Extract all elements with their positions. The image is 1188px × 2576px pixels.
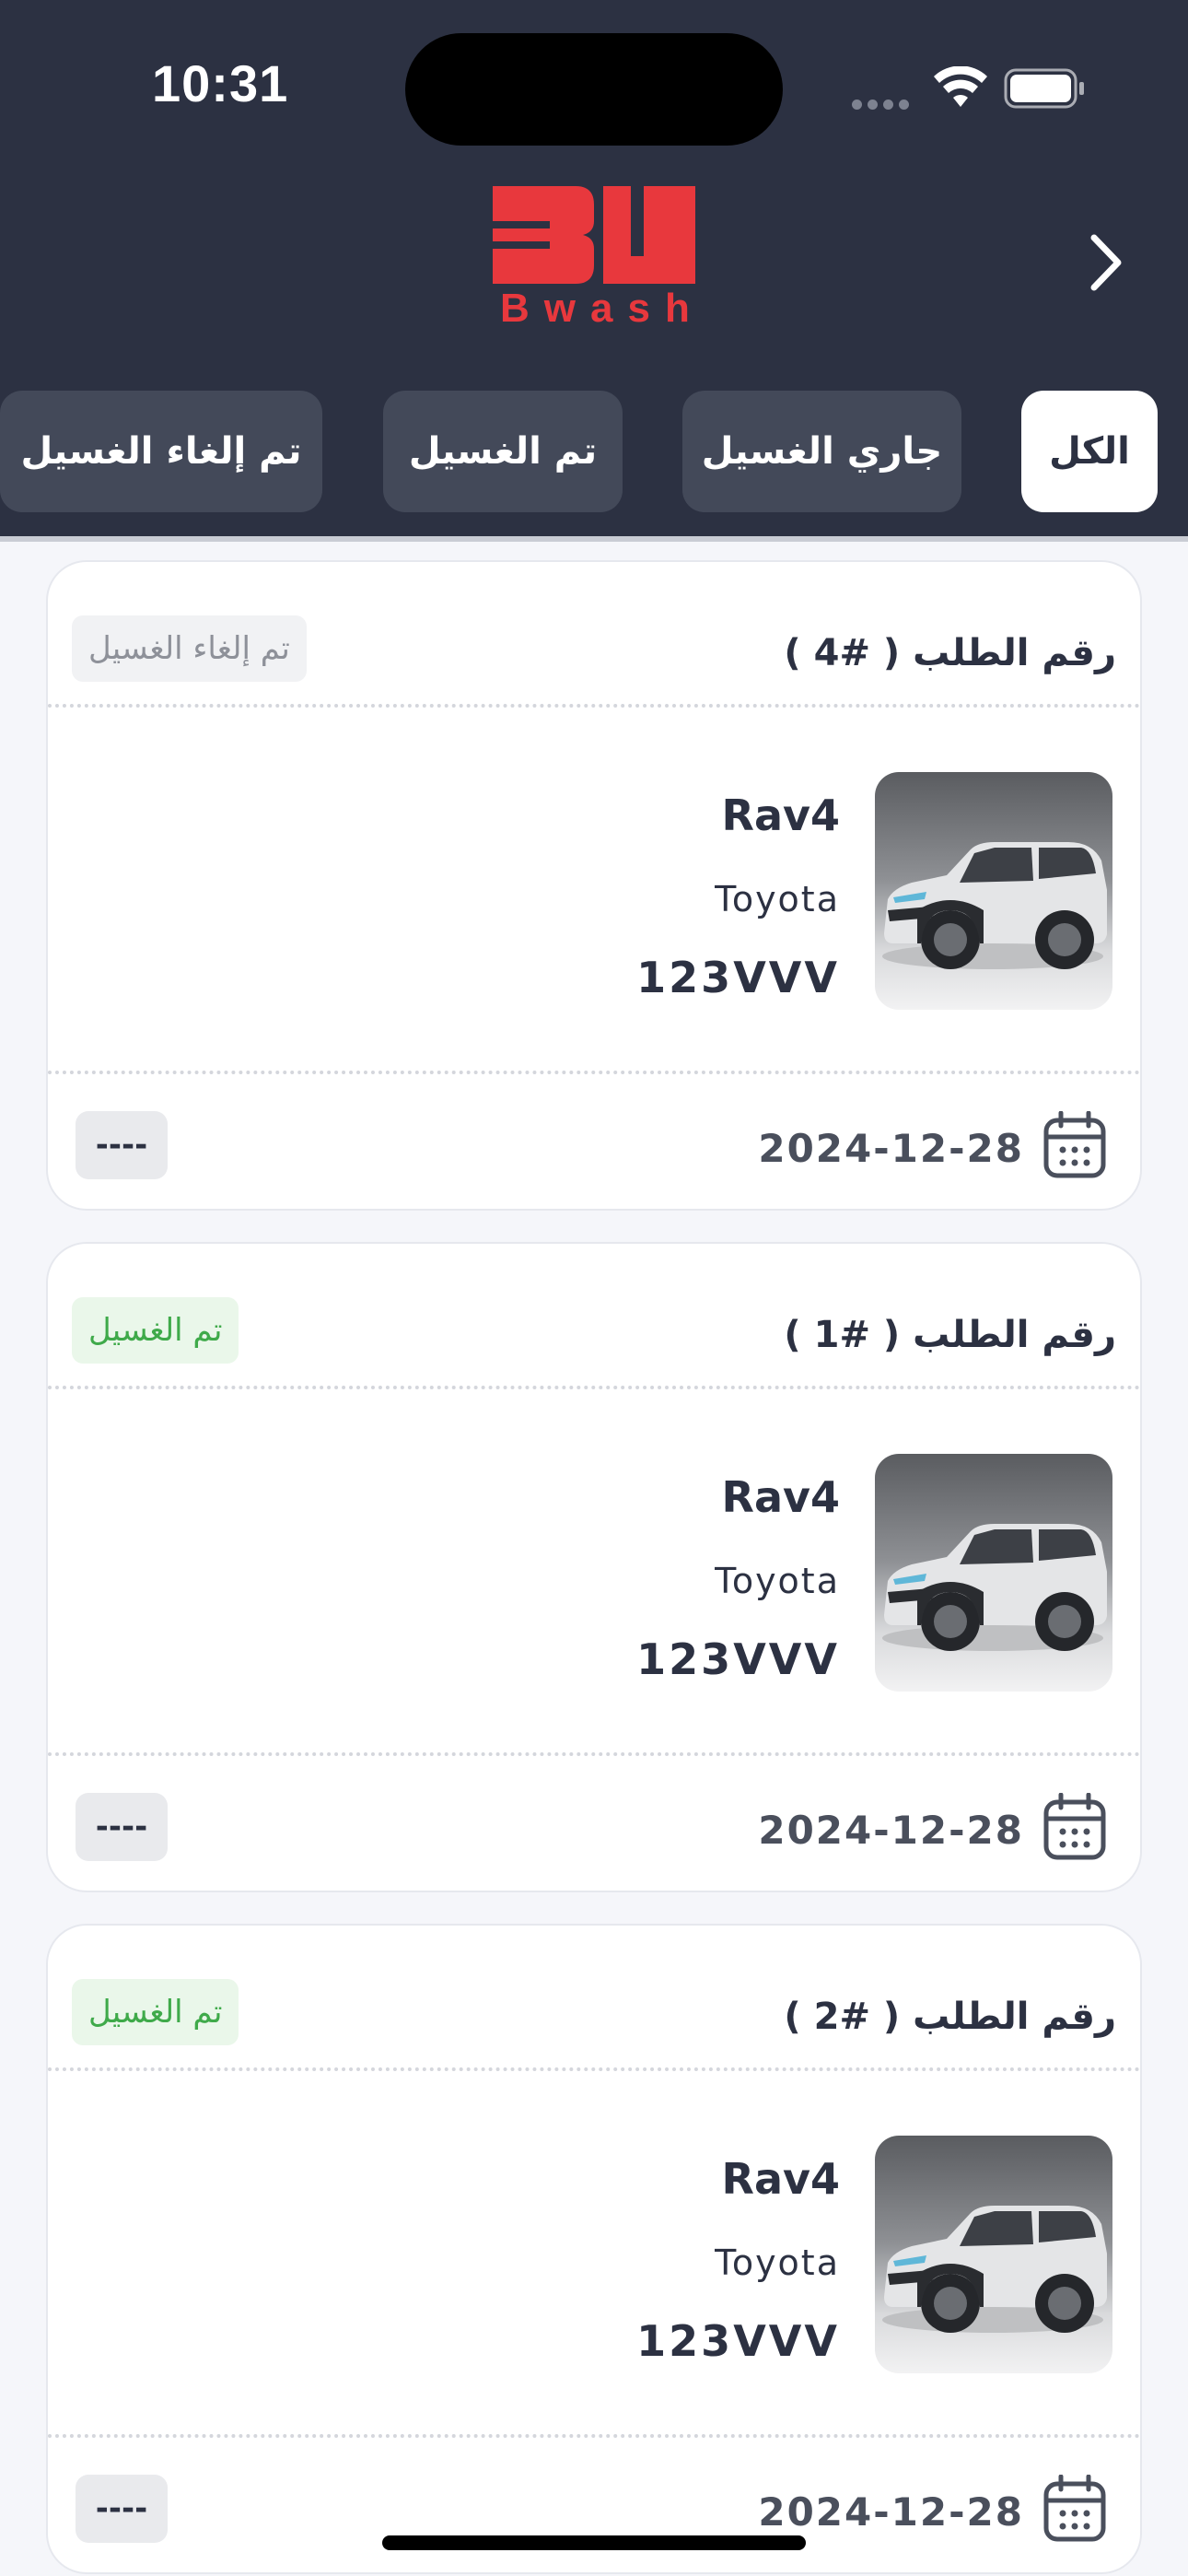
battery-icon (1004, 68, 1084, 109)
car-make: Toyota (715, 879, 840, 919)
tab-cancelled[interactable]: تم إلغاء الغسيل (0, 391, 322, 512)
wifi-icon (934, 66, 987, 107)
calendar-icon (1043, 2475, 1106, 2542)
signal-icon (852, 96, 914, 113)
status-badge: تم الغسيل (72, 1979, 239, 2045)
calendar-icon (1043, 1111, 1106, 1178)
car-illustration (882, 1524, 1107, 1651)
tab-washed[interactable]: تم الغسيل (383, 391, 623, 512)
status-badge: تم إلغاء الغسيل (72, 615, 307, 682)
order-number: رقم الطلب ( #2 ) (784, 1996, 1116, 2038)
car-image (875, 2136, 1112, 2373)
header-divider (0, 536, 1188, 542)
order-card[interactable]: رقم الطلب ( #2 ) تم الغسيل Rav4 Toyota 1… (46, 1924, 1142, 2574)
logo-text: Bwash (500, 286, 705, 331)
dynamic-island (405, 33, 783, 146)
order-number: رقم الطلب ( #1 ) (784, 1314, 1116, 1356)
chevron-right-icon[interactable] (1077, 230, 1133, 295)
order-date: 2024-12-28 (758, 2489, 1024, 2535)
tab-all[interactable]: الكل (1021, 391, 1158, 512)
calendar-icon (1043, 1793, 1106, 1860)
car-image (875, 1454, 1112, 1692)
home-indicator[interactable] (382, 2535, 806, 2550)
car-plate: 123VVV (636, 2316, 840, 2366)
divider (48, 2434, 1140, 2438)
car-image (875, 772, 1112, 1010)
car-make: Toyota (715, 2242, 840, 2283)
divider (48, 2067, 1140, 2071)
car-model: Rav4 (721, 1472, 840, 1522)
divider (48, 704, 1140, 708)
car-illustration (882, 842, 1107, 969)
price-pill: ---- (76, 1793, 168, 1861)
price-pill: ---- (76, 1111, 168, 1179)
car-plate: 123VVV (636, 953, 840, 1002)
divider (48, 1752, 1140, 1756)
car-plate: 123VVV (636, 1634, 840, 1684)
car-model: Rav4 (721, 2154, 840, 2204)
divider (48, 1071, 1140, 1074)
status-time: 10:31 (152, 54, 289, 112)
order-card[interactable]: رقم الطلب ( #4 ) تم إلغاء الغسيل Rav4 To… (46, 560, 1142, 1211)
order-date: 2024-12-28 (758, 1126, 1024, 1171)
status-icons (852, 64, 1091, 111)
status-tabs: الكل جاري الغسيل تم الغسيل تم إلغاء الغس… (0, 391, 1188, 512)
car-illustration (882, 2206, 1107, 2333)
bwash-logo: Bwash (491, 184, 698, 332)
divider (48, 1386, 1140, 1389)
car-model: Rav4 (721, 790, 840, 840)
order-card[interactable]: رقم الطلب ( #1 ) تم الغسيل Rav4 Toyota 1… (46, 1242, 1142, 1892)
logo-mark (493, 186, 695, 284)
app-header: 10:31 Bwash الكل جاري الغسيل تم الغسيل ت… (0, 0, 1188, 542)
order-number: رقم الطلب ( #4 ) (784, 632, 1116, 674)
order-date: 2024-12-28 (758, 1808, 1024, 1853)
car-make: Toyota (715, 1561, 840, 1601)
status-badge: تم الغسيل (72, 1297, 239, 1364)
price-pill: ---- (76, 2475, 168, 2543)
tab-washing[interactable]: جاري الغسيل (682, 391, 961, 512)
